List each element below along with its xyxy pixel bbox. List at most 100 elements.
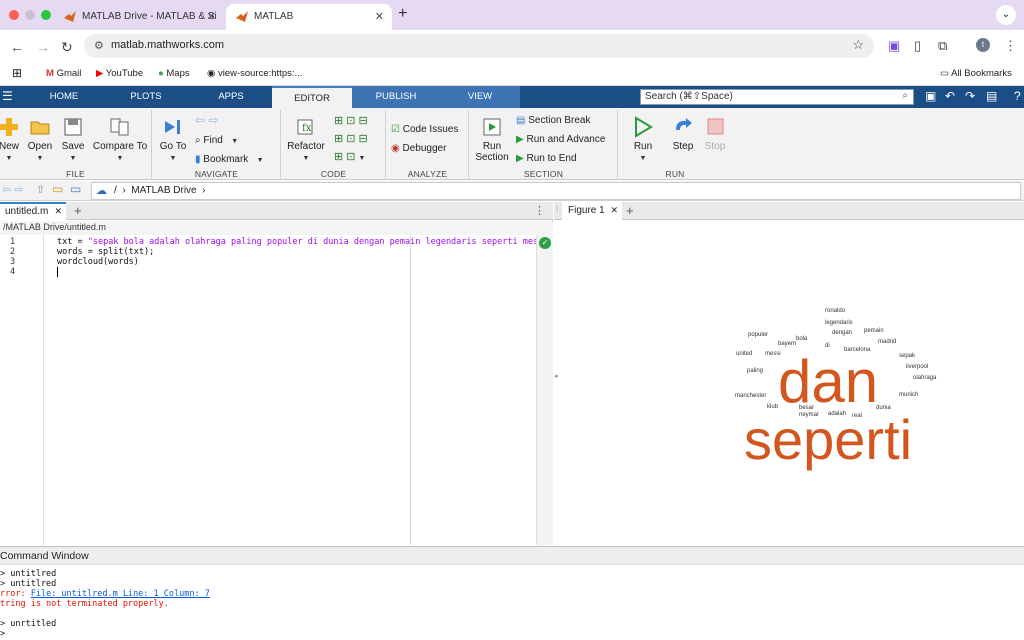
chevron-down-icon: ▼ xyxy=(256,157,264,164)
step-button[interactable]: Step xyxy=(669,116,697,152)
indent-icon[interactable]: ⊞ ⊡ ⊟ xyxy=(334,132,368,145)
save-icon[interactable]: ▣ xyxy=(925,89,936,103)
editor-tab-untitled[interactable]: untitled.m ✕ xyxy=(0,202,66,221)
word-seperti: seperti xyxy=(744,408,913,471)
all-bookmarks[interactable]: ▭ All Bookmarks xyxy=(940,68,1012,79)
apps-grid-icon[interactable]: ⊞ xyxy=(12,66,22,80)
reload-icon[interactable]: ↻ xyxy=(61,39,73,56)
hamburger-menu-icon[interactable]: ☰ xyxy=(2,89,13,103)
bookmark-gmail[interactable]: M Gmail xyxy=(46,68,81,79)
bookmark-star-icon[interactable]: ☆ xyxy=(852,37,864,53)
new-tab-button[interactable]: + xyxy=(398,5,407,23)
new-editor-tab-icon[interactable]: + xyxy=(74,203,82,218)
extensions-puzzle-icon[interactable]: ⧉ xyxy=(938,38,947,54)
code-issues-button[interactable]: ☑ Code Issues xyxy=(391,124,458,135)
close-icon[interactable]: ✕ xyxy=(610,205,618,216)
figure-tab[interactable]: Figure 1 ✕ xyxy=(562,202,622,221)
undo-icon[interactable]: ↶ xyxy=(945,89,955,103)
address-bar[interactable]: ⚙ matlab.mathworks.com ☆ xyxy=(84,34,874,58)
redo-icon[interactable]: ↷ xyxy=(965,89,975,103)
magnifier-icon: ⌕ xyxy=(195,135,201,146)
section-break-button[interactable]: ▤ Section Break xyxy=(516,115,591,126)
layout-icon[interactable]: ▤ xyxy=(986,89,997,103)
group-label: CODE xyxy=(320,169,347,179)
close-icon[interactable]: ✕ xyxy=(207,10,216,23)
debugger-button[interactable]: ◉ Debugger xyxy=(391,143,446,154)
browse-folder-icon[interactable]: ▭ xyxy=(52,182,63,196)
run-section-icon xyxy=(483,118,501,136)
panel-resize-icon[interactable]: ◂ xyxy=(554,372,558,380)
run-to-end-button[interactable]: ▶ Run to End xyxy=(516,153,577,164)
bookmark-view-source[interactable]: ◉ view-source:https:... xyxy=(207,68,302,79)
editor-scrollbar[interactable]: ✓ xyxy=(536,235,553,545)
text-cursor[interactable] xyxy=(57,267,58,277)
bookmark-youtube[interactable]: ▶ YouTube xyxy=(96,68,143,79)
tab-view[interactable]: VIEW xyxy=(440,86,520,108)
site-info-icon[interactable]: ⚙ xyxy=(94,39,104,52)
browser-tab-matlab[interactable]: MATLAB ✕ xyxy=(226,4,392,30)
run-and-advance-button[interactable]: ▶ Run and Advance xyxy=(516,134,605,145)
error-file-link[interactable]: File: untitlred.m Line: 1 Column: 7 xyxy=(31,589,210,599)
avatar[interactable]: t xyxy=(976,38,990,52)
globe-icon: ◉ xyxy=(207,68,216,79)
forward-icon[interactable]: → xyxy=(36,39,50,55)
up-folder-icon[interactable]: ⇧ xyxy=(36,183,45,196)
minimize-window-button[interactable] xyxy=(25,10,35,20)
close-icon[interactable]: ✕ xyxy=(375,10,384,23)
compare-button[interactable]: Compare To ▼ xyxy=(92,116,148,163)
command-prompt[interactable]: > xyxy=(0,629,5,639)
check-status-icon[interactable]: ✓ xyxy=(539,237,551,249)
word-pemain: pemain xyxy=(864,328,884,334)
save-button[interactable]: Save ▼ xyxy=(60,116,86,163)
breadcrumb[interactable]: ☁ / › MATLAB Drive › xyxy=(91,182,1021,200)
command-window[interactable]: Command Window > untitlred > untitlred r… xyxy=(0,546,1024,640)
tab-plots[interactable]: PLOTS xyxy=(110,86,182,108)
new-button[interactable]: New ▼ xyxy=(0,116,22,163)
tab-publish[interactable]: PUBLISH xyxy=(352,86,440,108)
tab-search-button[interactable]: ⌄ xyxy=(996,5,1016,25)
back-nav-icon[interactable]: ⇦ ⇨ xyxy=(195,113,218,127)
breadcrumb-root[interactable]: / xyxy=(114,185,117,196)
new-figure-tab-icon[interactable]: + xyxy=(626,203,634,218)
run-advance-icon: ▶ xyxy=(516,134,524,145)
back-icon[interactable]: ← xyxy=(10,39,24,55)
help-icon[interactable]: ? xyxy=(1014,89,1021,103)
tab-editor[interactable]: EDITOR xyxy=(272,86,352,108)
code-area[interactable]: txt = "sepak bola adalah olahraga paling… xyxy=(44,235,536,545)
breadcrumb-folder[interactable]: MATLAB Drive xyxy=(131,185,196,196)
open-button[interactable]: Open ▼ xyxy=(26,116,54,163)
browser-tab-matlab-drive[interactable]: MATLAB Drive - MATLAB & Si ✕ xyxy=(54,4,224,30)
comment-icon[interactable]: ⊞ ⊡ ▼ xyxy=(334,150,365,163)
code-line[interactable]: txt = "sepak bola adalah olahraga paling… xyxy=(57,237,536,247)
drive-folder-icon[interactable]: ▭ xyxy=(70,182,81,196)
refactor-button[interactable]: fx Refactor ▼ xyxy=(286,116,326,163)
code-group: fx Refactor ▼ ⊞ ⊡ ⊟ ⊞ ⊡ ⊟ ⊞ ⊡ ▼ CODE xyxy=(282,110,386,180)
close-icon[interactable]: ✕ xyxy=(54,206,62,217)
word-munich: munich xyxy=(899,392,919,398)
word-united: united xyxy=(736,351,753,357)
dock-handle-icon[interactable]: ⁞ xyxy=(556,205,558,214)
back-forward-icon[interactable]: ⇦ ⇨ xyxy=(2,183,24,196)
close-window-button[interactable] xyxy=(9,10,19,20)
tab-apps[interactable]: APPS xyxy=(196,86,266,108)
tab-home[interactable]: HOME xyxy=(34,86,94,108)
word-liverpool: liverpool xyxy=(906,364,929,370)
code-line[interactable]: wordcloud(words) xyxy=(57,257,139,267)
find-button[interactable]: ⌕ Find ▼ xyxy=(195,135,238,146)
extension-icon[interactable]: ▣ xyxy=(888,38,900,54)
run-button[interactable]: Run ▼ xyxy=(629,116,657,163)
goto-button[interactable]: Go To ▼ xyxy=(157,116,189,163)
run-section-button[interactable]: Run Section xyxy=(474,116,510,163)
bookmark-button[interactable]: ▮ Bookmark ▼ xyxy=(195,154,264,165)
more-options-icon[interactable]: ⋮ xyxy=(534,204,545,217)
code-tools-icon[interactable]: ⊞ ⊡ ⊟ xyxy=(334,114,368,127)
stop-button[interactable]: Stop xyxy=(701,116,729,152)
menu-icon[interactable]: ⋮ xyxy=(1004,38,1017,54)
word-olahraga: olahraga xyxy=(913,375,937,381)
search-input[interactable]: Search (⌘⇧Space) ⌕ xyxy=(640,89,914,105)
device-icon[interactable]: ▯ xyxy=(914,38,921,54)
bookmark-maps[interactable]: ● Maps xyxy=(158,68,190,79)
word-populer: populer xyxy=(748,332,769,338)
code-line[interactable]: words = split(txt); xyxy=(57,247,154,257)
maximize-window-button[interactable] xyxy=(41,10,51,20)
